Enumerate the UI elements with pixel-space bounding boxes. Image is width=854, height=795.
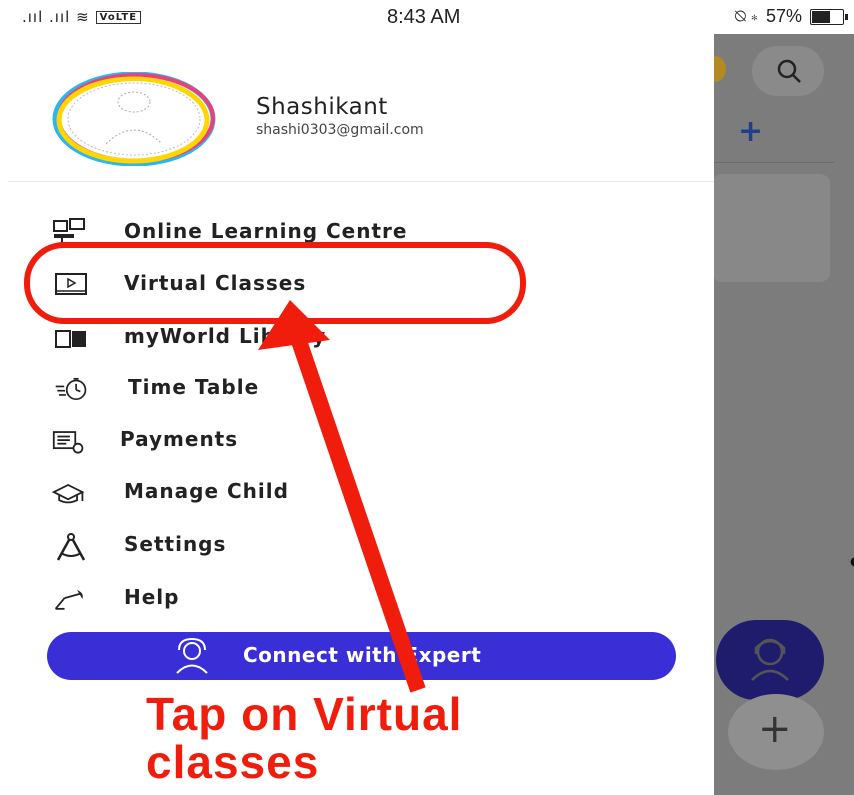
annotation-line1: Tap on Virtual (146, 688, 463, 740)
annotation-text: Tap on Virtual classes (146, 690, 462, 786)
annotation-line2: classes (146, 736, 320, 788)
annotation-arrow (258, 300, 426, 693)
